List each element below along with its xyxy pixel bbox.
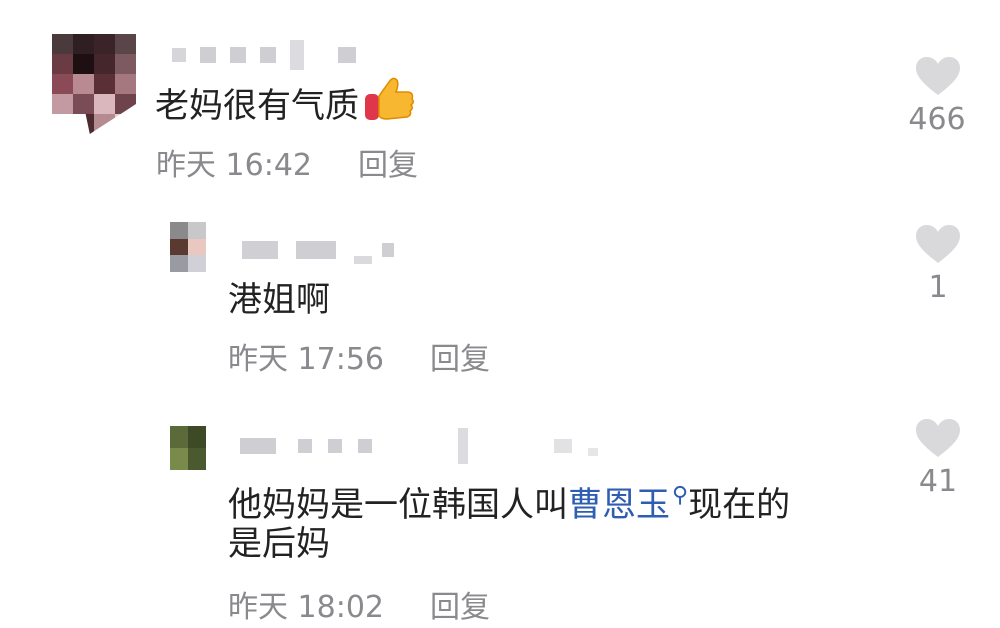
username-blurred[interactable]: [172, 40, 356, 70]
comment-text: 港姐啊: [228, 280, 330, 320]
thumbs-up-icon: [363, 74, 415, 141]
comment-text-line2: 是后妈: [228, 524, 330, 564]
username-blurred[interactable]: [242, 236, 394, 264]
comment-text: 老妈很有气质: [155, 74, 415, 141]
heart-icon: [916, 225, 960, 263]
like-button[interactable]: 466: [903, 56, 973, 140]
search-link[interactable]: 曹恩玉: [568, 485, 670, 525]
comment-time: 昨天 16:42: [156, 148, 312, 183]
like-count: 41: [918, 464, 958, 499]
comment-meta: 昨天 16:42 回复: [156, 146, 418, 186]
like-button[interactable]: 41: [903, 418, 973, 502]
avatar[interactable]: [170, 426, 206, 470]
like-button[interactable]: 1: [903, 224, 973, 308]
avatar[interactable]: [52, 34, 136, 134]
heart-icon: [916, 57, 960, 95]
heart-icon: [916, 419, 960, 457]
comment-time: 昨天 17:56: [228, 342, 384, 377]
username-blurred[interactable]: [240, 428, 598, 464]
reply-button[interactable]: 回复: [430, 342, 490, 377]
search-icon[interactable]: ⚲: [672, 483, 688, 508]
comment-text-content: 老妈很有气质: [155, 86, 359, 126]
like-count: 1: [928, 270, 948, 305]
comment-text-part: 现在的: [688, 485, 791, 525]
reply-button[interactable]: 回复: [358, 148, 418, 183]
comment-time: 昨天 18:02: [228, 590, 384, 625]
like-count: 466: [908, 102, 966, 137]
avatar[interactable]: [170, 222, 206, 272]
reply-button[interactable]: 回复: [430, 590, 490, 625]
comment-meta: 昨天 17:56 回复: [228, 340, 490, 380]
comment-meta: 昨天 18:02 回复: [228, 588, 490, 628]
